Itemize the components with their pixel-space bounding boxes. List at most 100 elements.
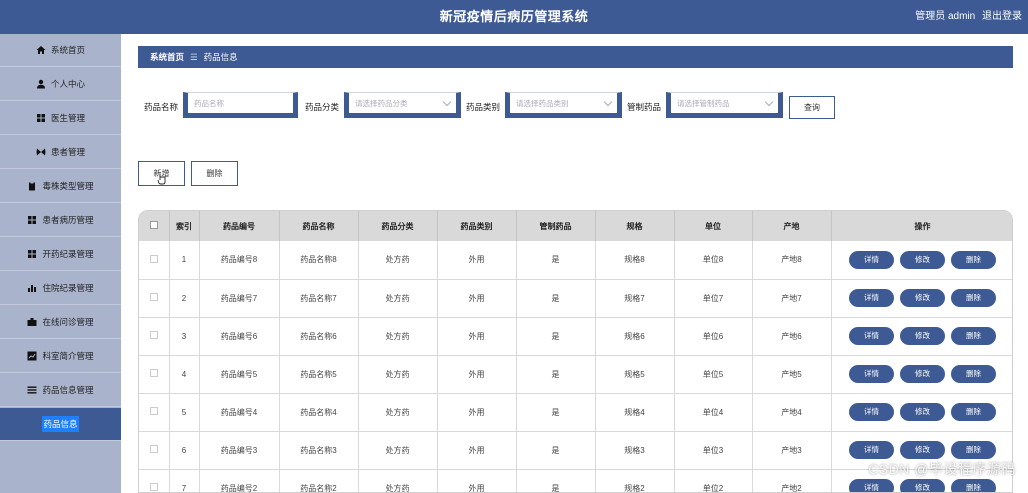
select-all-checkbox[interactable] — [149, 221, 158, 229]
drug-type-select[interactable]: 请选择药品类别 — [505, 92, 622, 118]
table-row: 3 药品编号6 药品名称6 处方药 外用是规格6 单位6 产地6 详情 修改 删除 — [139, 317, 1012, 356]
cell-spec: 规格3 — [595, 431, 675, 470]
cell-spec: 规格8 — [595, 241, 675, 280]
list-icon — [27, 385, 37, 395]
sidebar-item-label: 科室简介管理 — [42, 351, 94, 361]
sidebar-item[interactable]: 医生管理 — [0, 102, 121, 135]
delete-button[interactable]: 删除 — [951, 289, 996, 307]
column-header: 药品名称 — [279, 211, 359, 241]
cell-category: 处方药 — [358, 393, 438, 432]
row-checkbox-cell — [139, 469, 170, 492]
user-area: 管理员 admin 退出登录 — [911, 0, 1022, 34]
detail-button[interactable]: 详情 — [849, 289, 894, 307]
delete-button[interactable]: 删除 — [951, 365, 996, 383]
cell-origin: 产地8 — [752, 241, 832, 280]
cell-type: 外用 — [437, 469, 517, 492]
sidebar-item[interactable]: 患者病历管理 — [0, 204, 121, 237]
edit-button[interactable]: 修改 — [900, 441, 945, 459]
watermark: CSDN @毕设程序源码 — [868, 461, 1016, 477]
briefcase-icon — [27, 317, 37, 327]
cell-unit: 单位2 — [674, 469, 753, 492]
cell-code: 药品编号7 — [199, 279, 280, 318]
edit-button[interactable]: 修改 — [900, 479, 945, 492]
sidebar-item[interactable]: 个人中心 — [0, 68, 121, 101]
sidebar-item[interactable]: 住院纪录管理 — [0, 272, 121, 305]
edit-button[interactable]: 修改 — [900, 365, 945, 383]
column-header: 单位 — [674, 211, 753, 241]
row-checkbox[interactable] — [149, 293, 158, 301]
cell-index: 2 — [169, 279, 200, 318]
sidebar-item[interactable]: 药品信息 — [0, 408, 121, 441]
breadcrumb-current: 药品信息 — [203, 52, 238, 62]
cell-origin: 产地3 — [752, 431, 832, 470]
cell-operations: 详情 修改 删除 — [831, 317, 1012, 356]
detail-button[interactable]: 详情 — [849, 365, 894, 383]
drug-type-placeholder: 请选择药品类别 — [516, 98, 569, 108]
detail-button[interactable]: 详情 — [849, 403, 894, 421]
sidebar: 系统首页个人中心医生管理 患者管理毒株类型管理患者病历管理开药纪录管理住院纪录管理… — [0, 34, 121, 493]
cell-code: 药品编号5 — [199, 355, 280, 394]
row-checkbox[interactable] — [149, 407, 158, 415]
sidebar-item-label: 开药纪录管理 — [42, 249, 94, 259]
edit-button[interactable]: 修改 — [900, 250, 945, 269]
batch-delete-button[interactable]: 删除 — [191, 161, 238, 186]
drug-category-placeholder: 请选择药品分类 — [355, 98, 408, 108]
row-checkbox-cell — [139, 393, 170, 432]
column-header: 药品类别 — [437, 211, 517, 241]
top-header: 新冠疫情后病历管理系统 管理员 admin 退出登录 — [0, 0, 1028, 34]
edit-button[interactable]: 修改 — [900, 403, 945, 421]
drug-category-select[interactable]: 请选择药品分类 — [344, 92, 461, 118]
cell-index: 4 — [169, 355, 200, 394]
sidebar-item[interactable]: 药品信息管理 — [0, 374, 121, 407]
edit-button[interactable]: 修改 — [900, 327, 945, 345]
cell-name: 药品名称4 — [279, 393, 359, 432]
cell-unit: 单位7 — [674, 279, 753, 318]
cell-unit: 单位8 — [674, 241, 753, 280]
sidebar-item[interactable]: 开药纪录管理 — [0, 238, 121, 271]
delete-button[interactable]: 删除 — [951, 327, 996, 345]
controlled-drug-select[interactable]: 请选择管制药品 — [666, 92, 783, 118]
detail-button[interactable]: 详情 — [849, 479, 894, 492]
cell-controlled: 是 — [516, 279, 596, 318]
sidebar-item[interactable]: 系统首页 — [0, 34, 121, 67]
sidebar-item[interactable]: 患者管理 — [0, 136, 121, 169]
delete-button[interactable]: 删除 — [951, 479, 996, 492]
cell-type: 外用 — [437, 393, 517, 432]
sidebar-item[interactable]: 毒株类型管理 — [0, 170, 121, 203]
table-row: 2 药品编号7 药品名称7 处方药 外用是规格7 单位7 产地7 详情 修改 删除 — [139, 279, 1012, 318]
row-checkbox[interactable] — [149, 369, 158, 377]
sidebar-item-label: 毒株类型管理 — [42, 181, 94, 191]
delete-button[interactable]: 删除 — [951, 250, 996, 269]
column-header: 规格 — [595, 211, 675, 241]
row-checkbox[interactable] — [149, 331, 158, 339]
column-header: 产地 — [752, 211, 832, 241]
delete-button[interactable]: 删除 — [951, 441, 996, 459]
row-checkbox[interactable] — [149, 254, 158, 263]
sidebar-item[interactable]: 在线问诊管理 — [0, 306, 121, 339]
search-button[interactable]: 查询 — [789, 96, 835, 119]
edit-button[interactable]: 修改 — [900, 289, 945, 307]
detail-button[interactable]: 详情 — [849, 327, 894, 345]
cell-name: 药品名称2 — [279, 469, 359, 492]
row-checkbox[interactable] — [149, 483, 158, 491]
row-checkbox[interactable] — [149, 445, 158, 453]
delete-button[interactable]: 删除 — [951, 403, 996, 421]
cell-controlled: 是 — [516, 393, 596, 432]
logout-link[interactable]: 退出登录 — [982, 11, 1022, 22]
cell-origin: 产地6 — [752, 317, 832, 356]
sidebar-item[interactable]: 科室简介管理 — [0, 340, 121, 373]
cell-operations: 详情 修改 删除 — [831, 393, 1012, 432]
cell-name: 药品名称6 — [279, 317, 359, 356]
drug-name-input[interactable]: 药品名称 — [183, 92, 298, 118]
breadcrumb-home[interactable]: 系统首页 — [150, 51, 184, 63]
cell-index: 7 — [169, 469, 200, 492]
cell-index: 5 — [169, 393, 200, 432]
cell-controlled: 是 — [516, 431, 596, 470]
row-checkbox-cell — [139, 317, 170, 356]
detail-button[interactable]: 详情 — [849, 441, 894, 459]
cell-controlled: 是 — [516, 241, 596, 280]
row-checkbox-cell — [139, 279, 170, 318]
detail-button[interactable]: 详情 — [849, 250, 894, 269]
sidebar-item-label: 个人中心 — [50, 79, 85, 89]
cell-code: 药品编号6 — [199, 317, 280, 356]
